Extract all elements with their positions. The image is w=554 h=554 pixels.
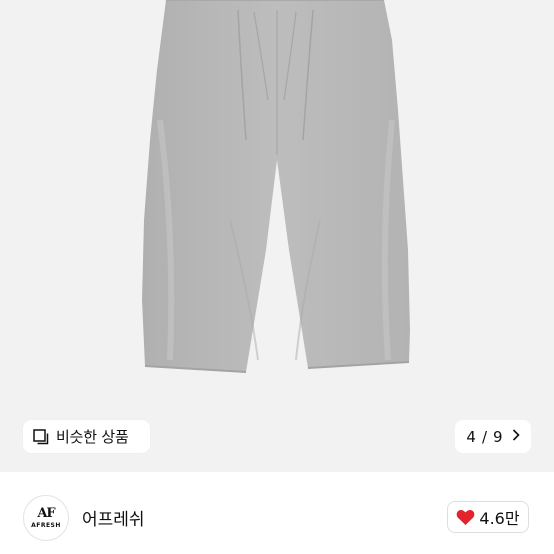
similar-products-button[interactable]: 비슷한 상품 xyxy=(23,420,150,453)
chevron-right-icon xyxy=(512,428,520,445)
brand-logo-mark: AF xyxy=(37,506,55,521)
image-counter-separator: / xyxy=(481,427,488,446)
similar-products-label: 비슷한 상품 xyxy=(56,428,129,446)
like-count: 4.6만 xyxy=(479,509,520,528)
image-counter-current: 4 xyxy=(466,427,476,446)
brand-row: AF AFRESH 어프레쉬 4.6만 xyxy=(0,472,554,554)
brand-name[interactable]: 어프레쉬 xyxy=(82,505,145,530)
brand-logo-text: AFRESH xyxy=(31,522,61,529)
product-image[interactable]: 비슷한 상품 4 / 9 xyxy=(0,0,554,472)
copy-icon xyxy=(33,428,49,445)
heart-icon xyxy=(457,509,475,525)
image-counter-total: 9 xyxy=(493,427,503,446)
brand-logo[interactable]: AF AFRESH xyxy=(23,495,69,541)
image-counter-button[interactable]: 4 / 9 xyxy=(455,420,531,453)
like-button[interactable]: 4.6만 xyxy=(447,501,529,533)
pants-illustration xyxy=(142,0,410,373)
